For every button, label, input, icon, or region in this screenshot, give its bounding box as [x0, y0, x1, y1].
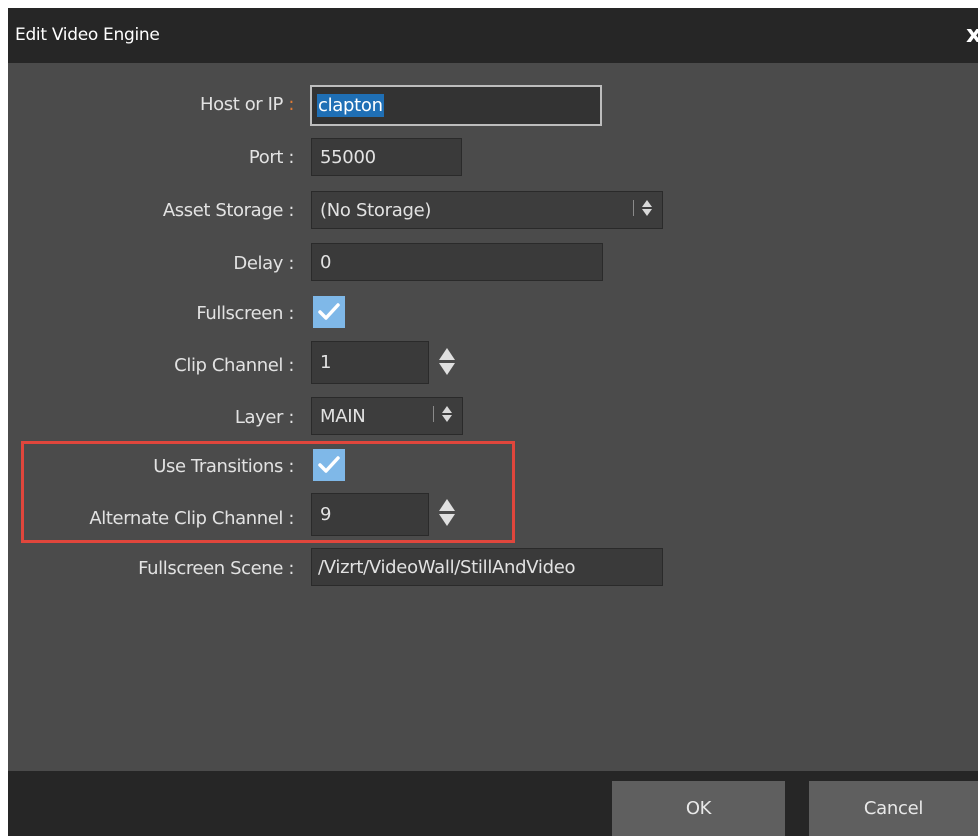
host-label: Host or IP :	[200, 94, 294, 115]
fullscreen-label-text: Fullscreen	[196, 303, 283, 324]
fullscreen-label: Fullscreen :	[196, 303, 294, 324]
asset-storage-value: (No Storage)	[320, 199, 432, 221]
asset-storage-select[interactable]: (No Storage)	[311, 191, 663, 229]
clip-channel-input[interactable]: 1	[311, 341, 429, 384]
alternate-clip-channel-value: 9	[320, 504, 332, 525]
dialog-title: Edit Video Engine	[15, 25, 160, 45]
port-label-text: Port	[248, 147, 283, 168]
fullscreen-scene-input[interactable]: /Vizrt/VideoWall/StillAndVideo	[311, 548, 663, 586]
up-down-arrows-icon	[633, 200, 652, 216]
alternate-clip-channel-spinner-icon[interactable]	[439, 499, 455, 526]
ok-button[interactable]: OK	[612, 781, 785, 836]
checkmark-icon	[318, 303, 340, 320]
fullscreen-colon: :	[288, 303, 294, 324]
port-input[interactable]: 55000	[311, 138, 462, 176]
host-input[interactable]: clapton	[310, 85, 602, 126]
layer-colon: :	[288, 407, 294, 428]
delay-input[interactable]: 0	[311, 243, 603, 281]
port-label: Port :	[249, 147, 294, 168]
layer-value: MAIN	[320, 405, 366, 427]
layer-label-text: Layer	[234, 407, 284, 428]
clip-channel-label: Clip Channel :	[174, 355, 294, 376]
use-transitions-label-text: Use Transitions	[153, 456, 283, 477]
clip-channel-value: 1	[320, 352, 332, 373]
port-input-value: 55000	[320, 146, 376, 168]
use-transitions-colon: :	[288, 456, 294, 477]
host-label-text: Host or IP	[199, 94, 283, 115]
fullscreen-scene-label: Fullscreen Scene :	[138, 558, 294, 579]
edit-video-engine-dialog: Edit Video Engine x Host or IP : clapton…	[8, 8, 978, 836]
alternate-clip-channel-label: Alternate Clip Channel :	[89, 508, 294, 529]
cancel-button[interactable]: Cancel	[809, 781, 978, 836]
dialog-titlebar: Edit Video Engine x	[8, 8, 978, 63]
up-down-arrows-icon	[433, 406, 452, 422]
delay-colon: :	[288, 253, 294, 274]
delay-input-value: 0	[320, 251, 332, 273]
close-icon[interactable]: x	[966, 20, 978, 48]
asset-storage-label: Asset Storage :	[162, 200, 295, 221]
host-input-value: clapton	[317, 94, 384, 117]
port-colon: :	[288, 147, 294, 168]
host-required-colon: :	[288, 94, 294, 115]
clip-channel-label-text: Clip Channel	[174, 355, 283, 376]
fullscreen-scene-value: /Vizrt/VideoWall/StillAndVideo	[318, 556, 576, 578]
alternate-clip-channel-colon: :	[288, 508, 294, 529]
alternate-clip-channel-label-text: Alternate Clip Channel	[89, 508, 283, 529]
fullscreen-scene-colon: :	[288, 558, 294, 579]
layer-select[interactable]: MAIN	[311, 397, 463, 435]
delay-label: Delay :	[233, 253, 294, 274]
alternate-clip-channel-input[interactable]: 9	[311, 493, 429, 536]
clip-channel-colon: :	[288, 355, 294, 376]
layer-label: Layer :	[234, 407, 295, 428]
delay-label-text: Delay	[233, 253, 283, 274]
clip-channel-spinner-icon[interactable]	[439, 348, 455, 375]
checkmark-icon	[318, 456, 340, 473]
use-transitions-checkbox[interactable]	[313, 449, 345, 481]
fullscreen-checkbox[interactable]	[313, 296, 345, 328]
use-transitions-label: Use Transitions :	[153, 456, 294, 477]
asset-storage-label-text: Asset Storage	[162, 200, 284, 221]
dialog-footer: OK Cancel	[8, 771, 978, 836]
fullscreen-scene-label-text: Fullscreen Scene	[138, 558, 283, 579]
asset-storage-colon: :	[288, 200, 294, 221]
